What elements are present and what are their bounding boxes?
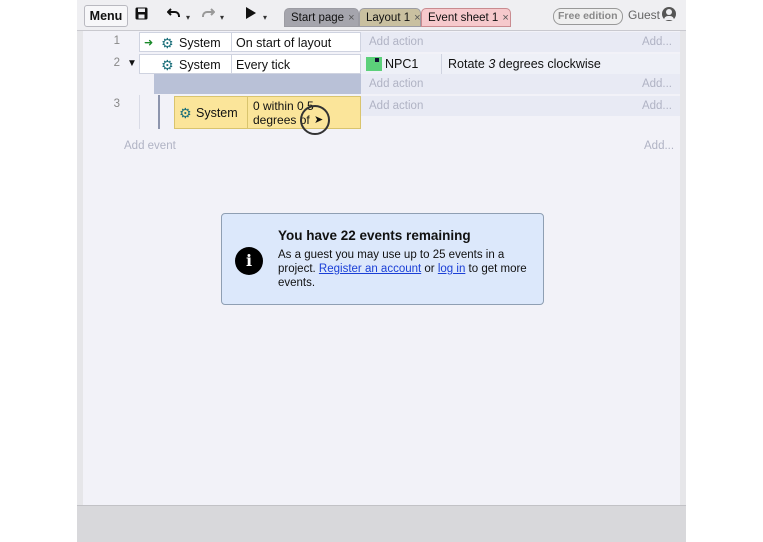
event-3-actions: Add action Add... [361,96,680,116]
undo-dropdown-icon[interactable]: ▾ [186,10,190,26]
register-link[interactable]: Register an account [319,263,421,275]
collapse-triangle-icon[interactable]: ▼ [127,58,137,69]
event-number: 3 [113,98,120,110]
undo-icon[interactable] [166,7,181,23]
user-icon[interactable] [662,7,676,21]
redo-icon[interactable] [201,7,216,23]
subevent-actions: Add action Add... [361,74,680,94]
login-link[interactable]: log in [438,263,466,275]
close-icon[interactable]: × [414,12,420,24]
dialog-body: As a guest you may use up to 25 events i… [278,249,527,289]
info-icon: i [235,247,263,275]
add-more-link[interactable]: Add... [644,136,674,156]
mouse-pointer-icon: ➤ [314,114,324,126]
gear-icon: ⚙ [161,35,174,51]
redo-dropdown-icon[interactable]: ▾ [220,10,224,26]
add-action-link[interactable]: Add action [369,96,423,116]
event-1-condition[interactable]: ➜ ⚙ System On start of layout [139,32,361,52]
trigger-arrow-icon: ➜ [144,37,154,49]
events-remaining-dialog: i You have 22 events remaining As a gues… [221,213,544,305]
play-dropdown-icon[interactable]: ▾ [263,10,267,26]
menu-button[interactable]: Menu [84,5,128,27]
dialog-title: You have 22 events remaining [278,228,471,243]
tab-layout-1[interactable]: Layout 1 × [359,8,421,27]
event-3-condition[interactable]: ⚙ System 0 within 0.5 degrees of [174,96,361,129]
add-more-link[interactable]: Add... [642,74,672,94]
add-action-link[interactable]: Add action [369,32,423,52]
action-text: Rotate 3 degrees clockwise [448,57,601,71]
tab-label: Start page [291,12,345,24]
tab-start-page[interactable]: Start page × [284,8,359,27]
event-2-action[interactable]: NPC1 Rotate 3 degrees clockwise [361,54,680,74]
close-icon[interactable]: × [502,12,508,24]
condition-text: Every tick [236,58,291,72]
add-event-link[interactable]: Add event [124,136,176,156]
action-object: NPC1 [385,57,419,71]
event-2-condition[interactable]: ⚙ System Every tick [139,54,361,74]
condition-object: System [196,106,238,120]
sprite-dot [375,58,379,62]
add-more-link[interactable]: Add... [642,32,672,52]
guest-label[interactable]: Guest [628,8,660,23]
subevent-condition-area [154,74,361,94]
event-number: 1 [113,35,120,47]
condition-text: On start of layout [236,36,332,50]
play-icon[interactable] [245,7,256,23]
app-window: Menu ▾ ▾ ▾ Start page × Layout 1 × Event s… [77,0,686,542]
save-icon[interactable] [135,7,148,24]
condition-object: System [179,36,221,50]
bottom-bar [77,505,686,542]
tab-label: Event sheet 1 [428,12,499,24]
close-icon[interactable]: × [348,12,354,24]
indent-guide [139,95,140,129]
tab-label: Layout 1 [366,12,411,24]
add-action-link[interactable]: Add action [369,74,423,94]
gear-icon: ⚙ [161,57,174,73]
gear-icon: ⚙ [179,105,192,121]
subevent-bar [158,95,160,129]
free-edition-badge[interactable]: Free edition [553,8,623,25]
tab-event-sheet-1[interactable]: Event sheet 1 × [421,8,511,27]
toolbar: Menu ▾ ▾ ▾ Start page × Layout 1 × Event s… [77,0,686,31]
event-1-actions: Add action Add... [361,32,680,52]
event-number: 2 [113,57,120,69]
add-more-link[interactable]: Add... [642,96,672,116]
npc-sprite-icon [366,57,382,71]
condition-object: System [179,58,221,72]
